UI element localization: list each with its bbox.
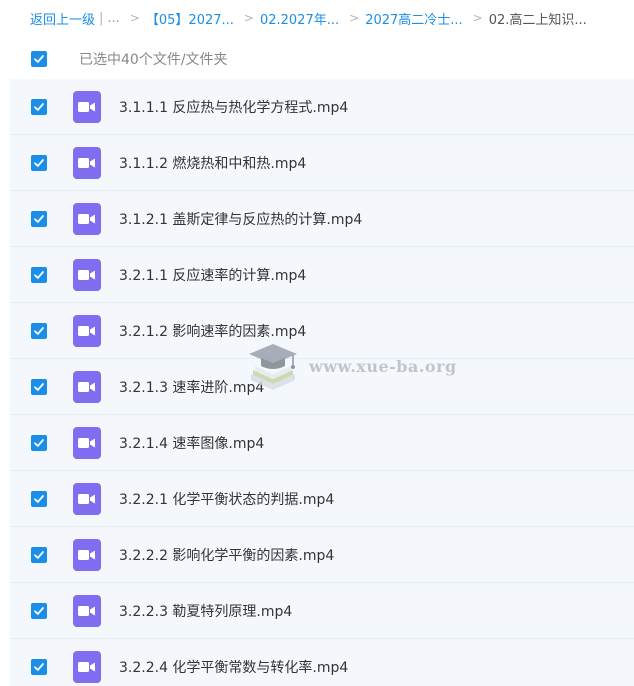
video-file-icon xyxy=(73,538,101,571)
file-checkbox[interactable] xyxy=(31,434,47,451)
file-checkbox[interactable] xyxy=(31,322,47,339)
file-row[interactable]: 3.2.2.4 化学平衡常数与转化率.mp4 xyxy=(10,639,634,686)
checkmark-icon xyxy=(34,606,44,615)
file-name[interactable]: 3.2.1.4 速率图像.mp4 xyxy=(119,433,264,453)
back-button[interactable]: 返回上一级 xyxy=(30,9,95,28)
breadcrumb-separator: | xyxy=(99,10,104,26)
breadcrumb-current: 02.高二上知识... xyxy=(488,12,587,28)
file-row[interactable]: 3.2.1.3 速率进阶.mp4 xyxy=(10,359,634,415)
file-checkbox[interactable] xyxy=(31,378,47,395)
video-camera-icon xyxy=(78,381,95,392)
file-name[interactable]: 3.2.2.4 化学平衡常数与转化率.mp4 xyxy=(119,657,348,677)
video-file-icon xyxy=(73,314,101,347)
checkmark-icon xyxy=(34,102,44,111)
video-file-icon xyxy=(73,202,101,235)
file-checkbox[interactable] xyxy=(31,266,47,283)
breadcrumb-item[interactable]: 2027高二冷士... xyxy=(365,9,462,28)
file-name[interactable]: 3.1.2.1 盖斯定律与反应热的计算.mp4 xyxy=(119,209,362,229)
file-checkbox[interactable] xyxy=(31,154,47,171)
checkmark-icon xyxy=(34,55,44,63)
file-row[interactable]: 3.1.2.1 盖斯定律与反应热的计算.mp4 xyxy=(10,191,634,247)
checkmark-icon xyxy=(34,382,44,391)
file-checkbox[interactable] xyxy=(31,98,47,115)
file-name[interactable]: 3.2.2.2 影响化学平衡的因素.mp4 xyxy=(119,545,334,565)
video-camera-icon xyxy=(78,325,95,336)
video-camera-icon xyxy=(78,549,95,560)
video-file-icon xyxy=(73,650,101,683)
chevron-right-icon: > xyxy=(129,11,140,25)
file-checkbox[interactable] xyxy=(31,602,47,619)
video-file-icon xyxy=(73,426,101,459)
file-checkbox[interactable] xyxy=(31,546,47,563)
file-name[interactable]: 3.2.1.3 速率进阶.mp4 xyxy=(119,377,264,397)
breadcrumb: 返回上一级 | ... > 【05】2027... > 02.2027年... … xyxy=(0,0,634,36)
checkmark-icon xyxy=(34,662,44,671)
checkmark-icon xyxy=(34,438,44,447)
file-name[interactable]: 3.1.1.1 反应热与热化学方程式.mp4 xyxy=(119,97,348,117)
video-file-icon xyxy=(73,146,101,179)
video-camera-icon xyxy=(78,661,95,672)
video-camera-icon xyxy=(78,101,95,112)
chevron-right-icon: > xyxy=(472,11,483,25)
checkmark-icon xyxy=(34,326,44,335)
video-camera-icon xyxy=(78,213,95,224)
file-name[interactable]: 3.2.2.1 化学平衡状态的判据.mp4 xyxy=(119,489,334,509)
checkmark-icon xyxy=(34,214,44,223)
breadcrumb-ellipsis[interactable]: ... xyxy=(107,11,119,26)
file-checkbox[interactable] xyxy=(31,490,47,507)
video-camera-icon xyxy=(78,437,95,448)
file-row[interactable]: 3.2.1.1 反应速率的计算.mp4 xyxy=(10,247,634,303)
chevron-right-icon: > xyxy=(349,11,360,25)
file-list: 3.1.1.1 反应热与热化学方程式.mp4 3.1.1.2 燃烧热和中和热.mp… xyxy=(10,79,634,686)
file-checkbox[interactable] xyxy=(31,658,47,675)
file-name[interactable]: 3.2.1.2 影响速率的因素.mp4 xyxy=(119,321,306,341)
video-file-icon xyxy=(73,90,101,123)
video-camera-icon xyxy=(78,605,95,616)
checkmark-icon xyxy=(34,158,44,167)
file-row[interactable]: 3.2.2.1 化学平衡状态的判据.mp4 xyxy=(10,471,634,527)
file-row[interactable]: 3.2.1.2 影响速率的因素.mp4 xyxy=(10,303,634,359)
file-row[interactable]: 3.1.1.1 反应热与热化学方程式.mp4 xyxy=(10,79,634,135)
video-camera-icon xyxy=(78,493,95,504)
breadcrumb-item[interactable]: 【05】2027... xyxy=(146,9,234,28)
file-row[interactable]: 3.2.2.3 勒夏特列原理.mp4 xyxy=(10,583,634,639)
file-row[interactable]: 3.1.1.2 燃烧热和中和热.mp4 xyxy=(10,135,634,191)
selection-bar: 已选中40个文件/文件夹 xyxy=(10,40,634,78)
select-all-checkbox[interactable] xyxy=(31,51,47,67)
checkmark-icon xyxy=(34,270,44,279)
chevron-right-icon: > xyxy=(243,11,254,25)
selection-count: 已选中40个文件/文件夹 xyxy=(79,52,228,68)
breadcrumb-item[interactable]: 02.2027年... xyxy=(260,9,339,28)
file-name[interactable]: 3.2.1.1 反应速率的计算.mp4 xyxy=(119,265,306,285)
video-file-icon xyxy=(73,370,101,403)
video-camera-icon xyxy=(78,157,95,168)
video-file-icon xyxy=(73,594,101,627)
checkmark-icon xyxy=(34,494,44,503)
video-camera-icon xyxy=(78,269,95,280)
file-row[interactable]: 3.2.2.2 影响化学平衡的因素.mp4 xyxy=(10,527,634,583)
file-name[interactable]: 3.2.2.3 勒夏特列原理.mp4 xyxy=(119,601,292,621)
video-file-icon xyxy=(73,482,101,515)
video-file-icon xyxy=(73,258,101,291)
file-row[interactable]: 3.2.1.4 速率图像.mp4 xyxy=(10,415,634,471)
file-name[interactable]: 3.1.1.2 燃烧热和中和热.mp4 xyxy=(119,153,306,173)
checkmark-icon xyxy=(34,550,44,559)
file-checkbox[interactable] xyxy=(31,210,47,227)
